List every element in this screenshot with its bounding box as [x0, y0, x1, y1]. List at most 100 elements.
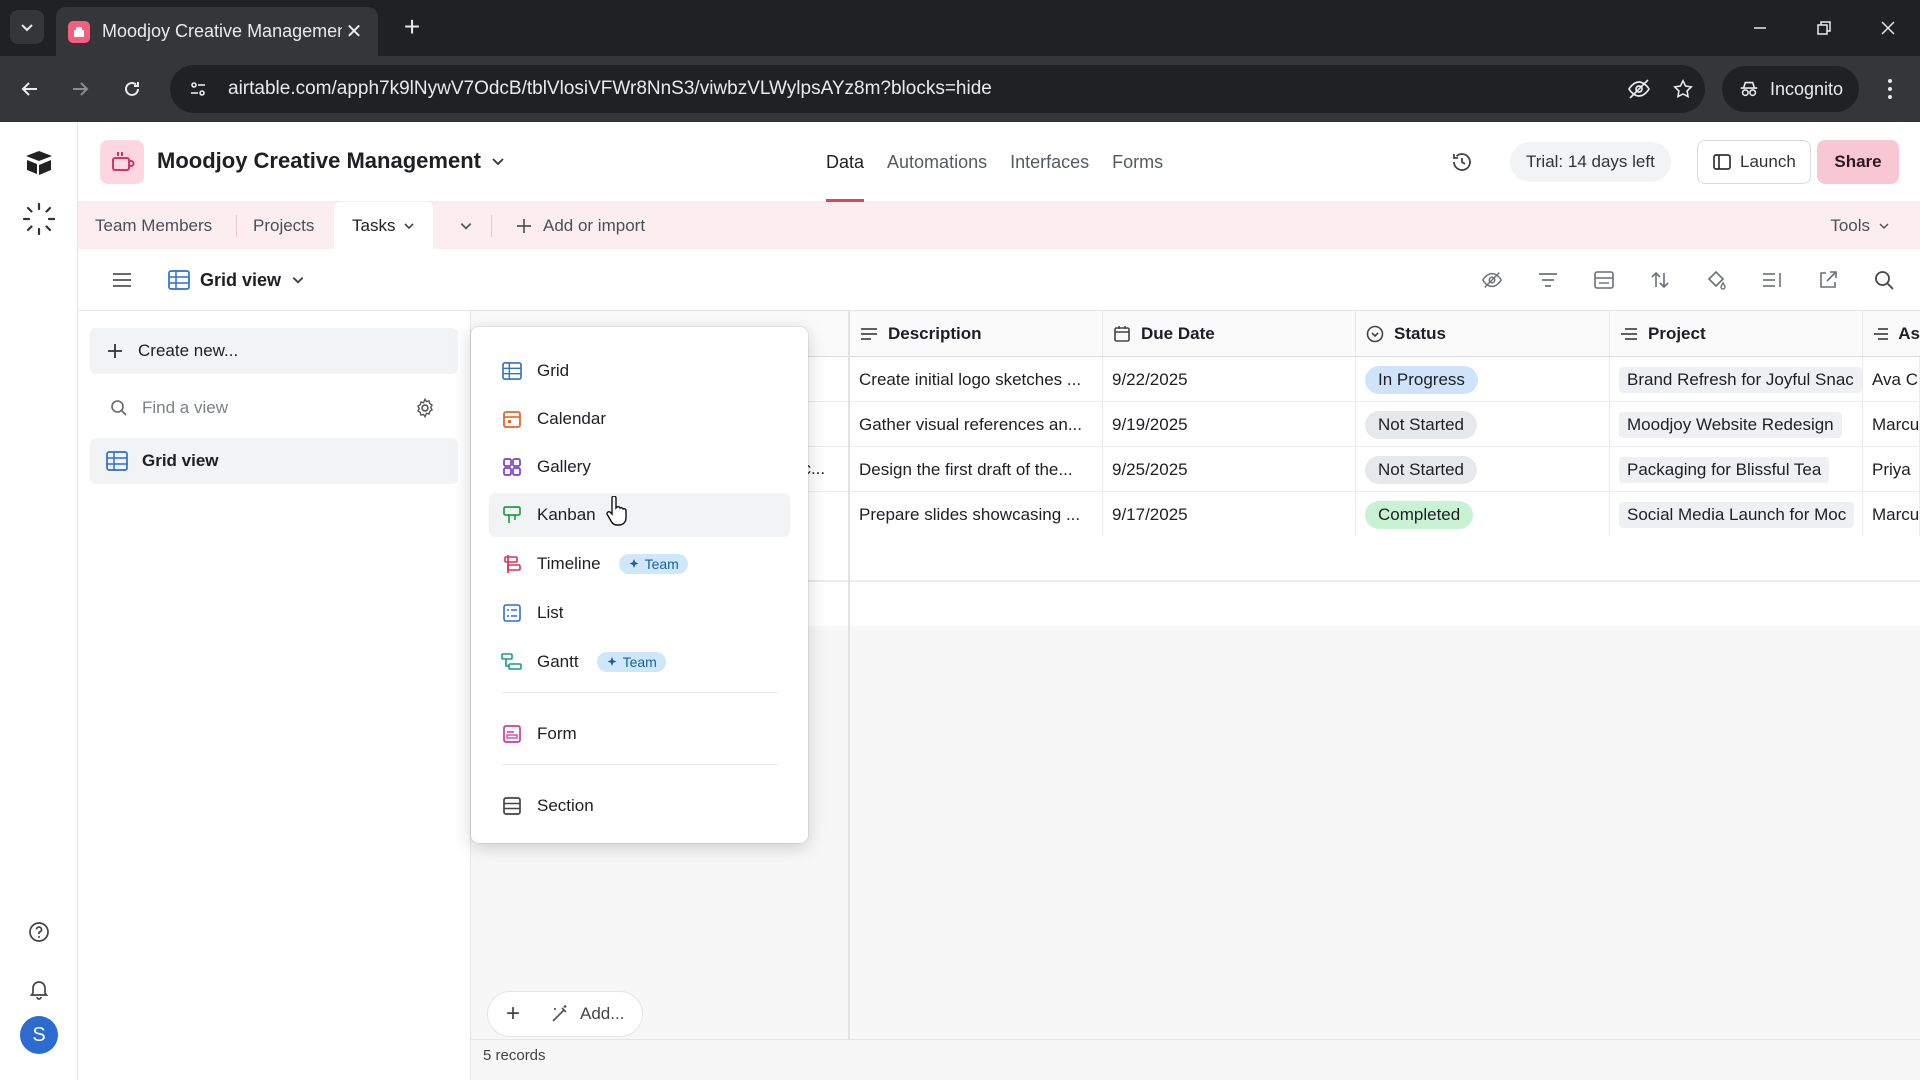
cell-description[interactable]: Gather visual references an...: [850, 402, 1103, 447]
add-record-row[interactable]: [850, 536, 1920, 581]
forward-button[interactable]: [62, 71, 98, 107]
share-button[interactable]: Share: [1817, 140, 1899, 184]
table-row[interactable]: Prepare slides showcasing ... 9/17/2025 Co…: [850, 492, 1920, 537]
base-logo-icon[interactable]: [100, 140, 144, 184]
trial-badge[interactable]: Trial: 14 days left: [1510, 142, 1671, 182]
cell-status[interactable]: Not Started: [1356, 447, 1610, 492]
cell-description[interactable]: Create initial logo sketches ...: [850, 357, 1103, 402]
nav-data[interactable]: Data: [826, 122, 865, 202]
menu-item-timeline[interactable]: Timeline Team: [489, 542, 790, 586]
cell-due-date[interactable]: 9/19/2025: [1103, 402, 1356, 447]
nav-interfaces[interactable]: Interfaces: [1010, 122, 1089, 202]
url-field[interactable]: airtable.com/apph7k9lNywV7OdcB/tblVlosiV…: [170, 65, 1705, 113]
toggle-sidebar-button[interactable]: [108, 266, 136, 294]
cell-due-date[interactable]: 9/25/2025: [1103, 447, 1356, 492]
nav-automations[interactable]: Automations: [887, 122, 987, 202]
notifications-bell-icon[interactable]: [20, 970, 58, 1008]
help-icon[interactable]: [20, 913, 58, 951]
menu-item-gantt[interactable]: Gantt Team: [489, 640, 790, 684]
cell-description[interactable]: Prepare slides showcasing ...: [850, 492, 1103, 537]
cell-description[interactable]: Design the first draft of the...: [850, 447, 1103, 492]
cell-status[interactable]: In Progress: [1356, 357, 1610, 402]
table-row[interactable]: Gather visual references an... 9/19/2025 N…: [850, 402, 1920, 447]
header-description[interactable]: Description: [850, 311, 1103, 357]
menu-item-section[interactable]: Section: [489, 784, 790, 828]
view-switcher-button[interactable]: Grid view: [168, 263, 305, 297]
site-settings-icon[interactable]: [182, 73, 214, 105]
row-height-icon[interactable]: [1758, 264, 1786, 296]
close-window-button[interactable]: [1864, 10, 1912, 46]
add-or-import-button[interactable]: Add or import: [515, 202, 645, 249]
group-icon[interactable]: [1590, 264, 1618, 296]
menu-item-label: Timeline: [537, 554, 601, 573]
launch-button[interactable]: Launch: [1697, 140, 1811, 184]
browser-tab-bar: Moodjoy Creative Management ✕ +: [0, 0, 1920, 56]
cell-assignee[interactable]: Priya: [1863, 447, 1920, 492]
plus-icon: [517, 218, 531, 233]
restore-button[interactable]: [1800, 10, 1848, 46]
menu-item-kanban[interactable]: Kanban: [489, 493, 790, 537]
cell-assignee[interactable]: Marcu: [1863, 402, 1920, 447]
eye-off-icon[interactable]: [1617, 77, 1661, 101]
sort-icon[interactable]: [1646, 264, 1674, 296]
cell-due-date[interactable]: 9/17/2025: [1103, 492, 1356, 537]
header-due-date[interactable]: Due Date: [1103, 311, 1356, 357]
back-button[interactable]: [12, 71, 48, 107]
base-top-nav: Data Automations Interfaces Forms: [826, 122, 1163, 202]
gear-icon[interactable]: [414, 397, 436, 419]
frozen-column-divider: [848, 311, 850, 1039]
table-row[interactable]: Design the first draft of the... 9/25/202…: [850, 447, 1920, 492]
new-tab-button[interactable]: +: [396, 12, 428, 44]
incognito-indicator[interactable]: Incognito: [1722, 66, 1860, 112]
create-new-view-button[interactable]: Create new...: [90, 328, 458, 374]
cell-project[interactable]: Social Media Launch for Moc: [1610, 492, 1863, 537]
cell-status[interactable]: Not Started: [1356, 402, 1610, 447]
view-item-grid[interactable]: Grid view: [90, 438, 458, 484]
cell-assignee[interactable]: Marcu: [1863, 492, 1920, 537]
menu-item-calendar[interactable]: Calendar: [489, 397, 790, 441]
menu-item-label: Grid: [537, 361, 570, 380]
header-status[interactable]: Status: [1356, 311, 1610, 357]
menu-item-list[interactable]: List: [489, 591, 790, 635]
tab-search-button[interactable]: [10, 10, 44, 44]
tools-button[interactable]: Tools: [1830, 202, 1890, 249]
browser-tab-active[interactable]: Moodjoy Creative Management ✕: [56, 7, 378, 56]
header-assignee[interactable]: As: [1863, 311, 1920, 357]
avatar[interactable]: S: [20, 1016, 58, 1054]
table-tab-projects[interactable]: Projects: [253, 202, 314, 249]
find-view-input[interactable]: Find a view: [90, 385, 458, 431]
tab-close-icon[interactable]: ✕: [342, 19, 366, 44]
cell-project[interactable]: Moodjoy Website Redesign: [1610, 402, 1863, 447]
minimize-button[interactable]: [1736, 10, 1784, 46]
airtable-home-icon[interactable]: [20, 144, 58, 182]
menu-item-grid[interactable]: Grid: [489, 349, 790, 393]
nav-forms[interactable]: Forms: [1112, 122, 1163, 202]
plus-icon[interactable]: +: [506, 1000, 520, 1028]
share-view-icon[interactable]: [1814, 264, 1842, 296]
history-icon[interactable]: [1446, 146, 1478, 178]
star-icon[interactable]: [1661, 78, 1705, 100]
search-icon[interactable]: [1870, 264, 1898, 296]
cell-project[interactable]: Packaging for Blissful Tea: [1610, 447, 1863, 492]
cell-status[interactable]: Completed: [1356, 492, 1610, 537]
cell-project[interactable]: Brand Refresh for Joyful Snac: [1610, 357, 1863, 402]
menu-item-label: Section: [537, 796, 594, 815]
table-tab-team-members[interactable]: Team Members: [95, 202, 212, 249]
add-extension-button[interactable]: Add...: [550, 1004, 624, 1024]
filter-icon[interactable]: [1534, 264, 1562, 296]
menu-item-form[interactable]: Form: [489, 712, 790, 756]
all-tables-dropdown[interactable]: [459, 202, 473, 249]
menu-item-gallery[interactable]: Gallery: [489, 445, 790, 489]
color-icon[interactable]: [1702, 264, 1730, 296]
reload-button[interactable]: [114, 71, 150, 107]
table-row[interactable]: Create initial logo sketches ... 9/22/202…: [850, 357, 1920, 402]
hide-fields-icon[interactable]: [1478, 264, 1506, 296]
cell-due-date[interactable]: 9/22/2025: [1103, 357, 1356, 402]
browser-menu-button[interactable]: [1874, 72, 1906, 106]
header-project[interactable]: Project: [1610, 311, 1863, 357]
launch-label: Launch: [1740, 152, 1796, 171]
omni-sparkle-icon[interactable]: [20, 200, 58, 238]
table-tab-tasks[interactable]: Tasks: [334, 202, 434, 249]
base-name-button[interactable]: Moodjoy Creative Management: [157, 148, 505, 174]
cell-assignee[interactable]: Ava C: [1863, 357, 1920, 402]
